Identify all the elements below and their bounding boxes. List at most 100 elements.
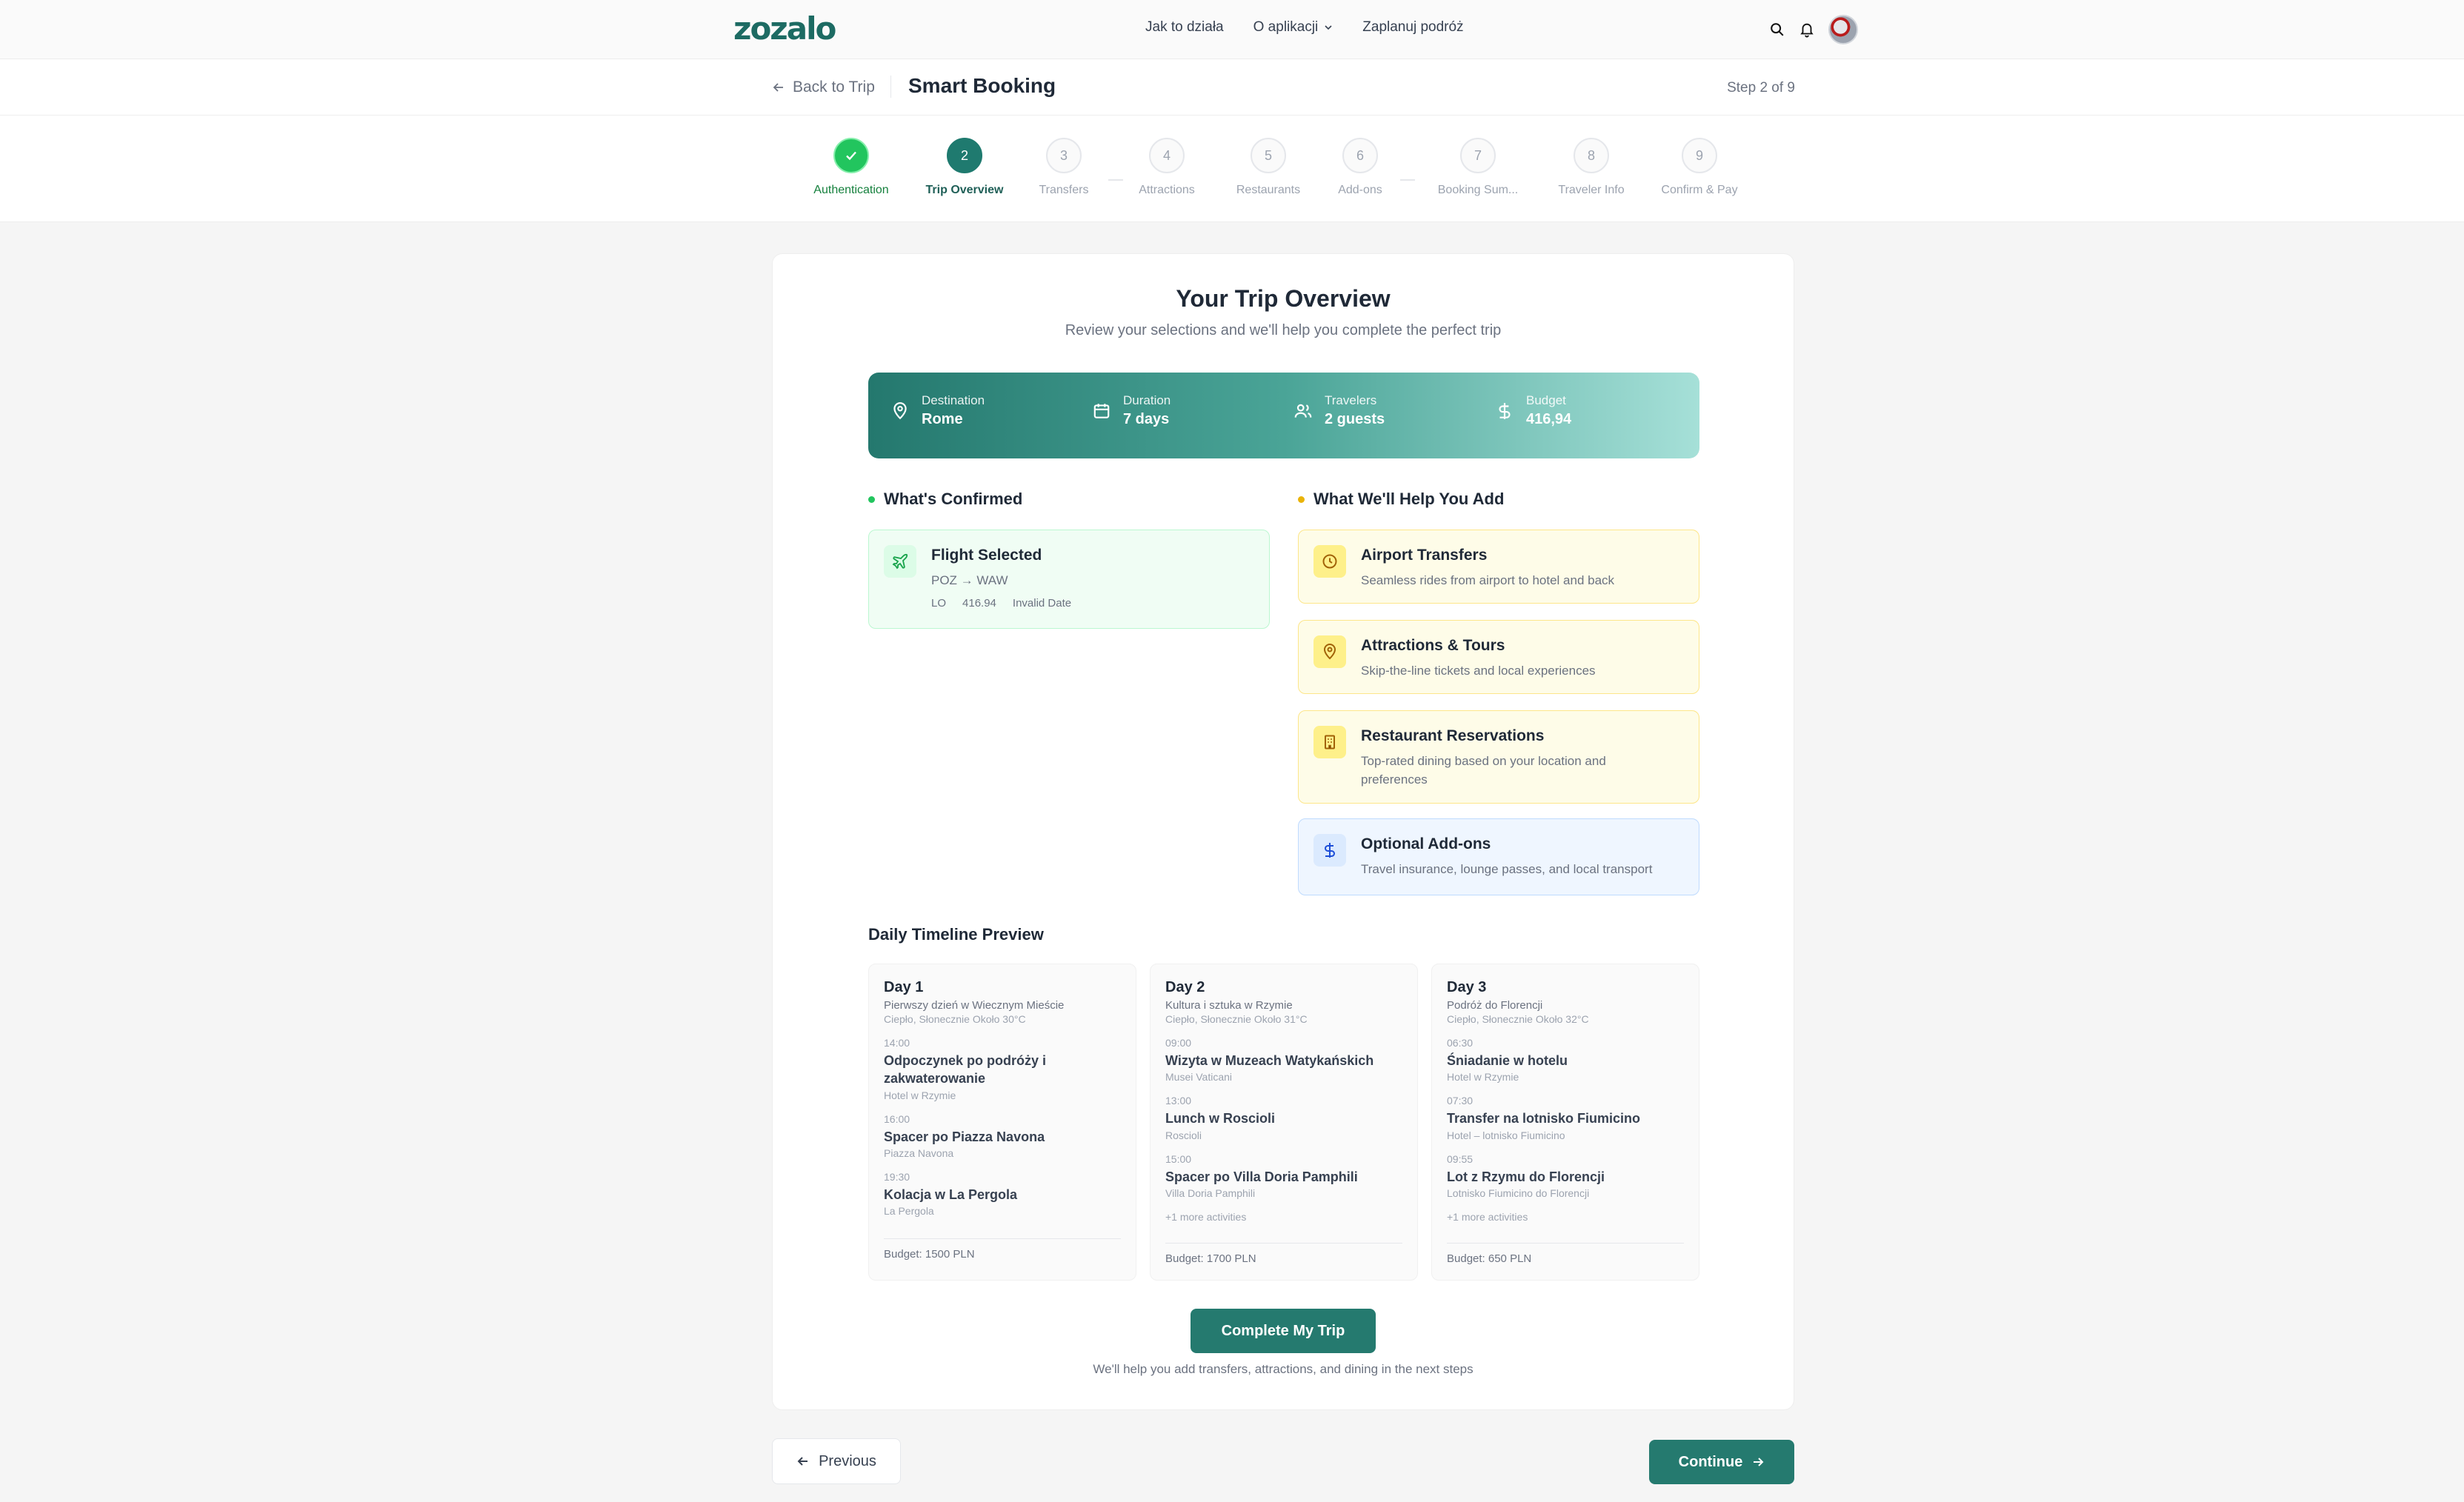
summary-label: Duration xyxy=(1123,393,1171,407)
map-pin-icon xyxy=(1313,635,1346,668)
activity-name: Lot z Rzymu do Florencji xyxy=(1447,1169,1605,1184)
step-indicator: Step 2 of 9 xyxy=(1727,80,1795,96)
day-card: Day 3 Podróż do Florencji Ciepło, Słonec… xyxy=(1431,964,1699,1281)
step-restaurants[interactable]: 5 Restaurants xyxy=(1216,138,1320,197)
previous-button[interactable]: Previous xyxy=(772,1438,901,1484)
back-to-trip-link[interactable]: Back to Trip xyxy=(772,79,875,96)
activity-time: 14:00 xyxy=(884,1037,910,1049)
nav-link-about[interactable]: O aplikacji xyxy=(1253,19,1333,36)
continue-button[interactable]: Continue xyxy=(1649,1440,1794,1484)
step-label: Confirm & Pay xyxy=(1661,184,1738,196)
nav-link-plan-trip[interactable]: Zaplanuj podróż xyxy=(1362,19,1463,36)
activity-location: Hotel w Rzymie xyxy=(884,1089,956,1101)
step-authentication[interactable]: Authentication xyxy=(799,138,903,197)
summary-duration: Duration 7 days xyxy=(1092,393,1171,428)
confirmed-heading: What's Confirmed xyxy=(868,490,1022,509)
activity: 13:00 Lunch w Roscioli Roscioli xyxy=(1165,1095,1402,1141)
clock-icon xyxy=(1313,545,1346,578)
arrow-right-icon xyxy=(1754,1458,1764,1466)
step-traveler-info[interactable]: 8 Traveler Info xyxy=(1539,138,1643,197)
optional-add-ons-card[interactable]: Optional Add-ons Travel insurance, loung… xyxy=(1298,818,1699,895)
day-theme: Podróż do Florencji xyxy=(1447,999,1543,1012)
trip-summary-banner: Destination Rome Duration 7 days Travelers… xyxy=(868,373,1699,458)
nav-links: Jak to działa O aplikacji Zaplanuj podró… xyxy=(1145,19,1464,36)
dollar-icon xyxy=(1499,402,1511,419)
step-label: Traveler Info xyxy=(1558,184,1625,196)
dollar-icon xyxy=(1313,834,1346,867)
step-number: 5 xyxy=(1251,138,1286,173)
step-number: 6 xyxy=(1342,138,1378,173)
card-title: Attractions & Tours xyxy=(1361,637,1505,654)
day-theme: Pierwszy dzień w Wiecznym Mieście xyxy=(884,999,1065,1012)
more-activities: +1 more activities xyxy=(1447,1210,1528,1223)
users-icon xyxy=(1294,404,1312,418)
step-booking-summary[interactable]: 7 Booking Sum... xyxy=(1426,138,1530,197)
day-name: Day 3 xyxy=(1447,979,1487,995)
activity-time: 19:30 xyxy=(884,1170,910,1183)
step-label: Restaurants xyxy=(1236,184,1301,196)
step-number: 9 xyxy=(1682,138,1717,173)
activity-location: Roscioli xyxy=(1165,1129,1202,1141)
avatar[interactable] xyxy=(1828,15,1858,44)
activity-time: 07:30 xyxy=(1447,1095,1474,1107)
step-label: Trip Overview xyxy=(925,184,1004,196)
help-add-heading: What We'll Help You Add xyxy=(1298,490,1504,509)
flight-date: Invalid Date xyxy=(1012,597,1072,610)
summary-budget: Budget 416,94 xyxy=(1495,393,1571,428)
step-transfers[interactable]: 3 Transfers xyxy=(1012,138,1116,197)
page-title: Smart Booking xyxy=(908,74,1056,97)
flight-route: POZ → WAW xyxy=(931,573,1008,587)
activity-name: Śniadanie w hotelu xyxy=(1447,1053,1568,1068)
header-divider xyxy=(890,76,891,98)
activity-location: Piazza Navona xyxy=(884,1146,954,1159)
activity-name: Spacer po Piazza Navona xyxy=(884,1129,1045,1144)
attractions-tours-card[interactable]: Attractions & Tours Skip-the-line ticket… xyxy=(1298,620,1699,694)
logo[interactable]: zozalo xyxy=(733,10,836,47)
card-title: Restaurant Reservations xyxy=(1361,727,1545,744)
step-attractions[interactable]: 4 Attractions xyxy=(1115,138,1219,197)
bell-icon[interactable] xyxy=(1799,21,1815,38)
top-navigation: zozalo Jak to działa O aplikacji Zaplanu… xyxy=(0,0,2464,59)
step-number: 7 xyxy=(1460,138,1496,173)
step-label: Attractions xyxy=(1139,184,1195,196)
status-dot xyxy=(868,495,875,503)
summary-destination: Destination Rome xyxy=(890,393,985,428)
day-budget: Budget: 1700 PLN xyxy=(1165,1243,1402,1265)
arrow-left-icon xyxy=(773,83,783,92)
day-weather: Ciepło, Słonecznie Około 31°C xyxy=(1165,1013,1308,1025)
summary-value: 7 days xyxy=(1123,411,1170,427)
summary-label: Travelers xyxy=(1325,393,1377,407)
step-number: 2 xyxy=(947,138,982,173)
activity-time: 09:55 xyxy=(1447,1152,1474,1165)
nav-link-about-label: O aplikacji xyxy=(1253,19,1319,35)
cta-note: We'll help you add transfers, attraction… xyxy=(1093,1362,1474,1376)
restaurant-reservations-card[interactable]: Restaurant Reservations Top-rated dining… xyxy=(1298,710,1699,804)
flight-price: 416.94 xyxy=(962,597,996,610)
summary-value: Rome xyxy=(922,411,963,427)
activity: 06:30 Śniadanie w hotelu Hotel w Rzymie xyxy=(1447,1037,1684,1083)
step-label: Authentication xyxy=(813,184,889,196)
continue-label: Continue xyxy=(1678,1453,1743,1470)
activity-time: 13:00 xyxy=(1165,1095,1192,1107)
calendar-icon xyxy=(1093,403,1110,418)
activity: 07:30 Transfer na lotnisko Fiumicino Hotel… xyxy=(1447,1095,1684,1141)
step-trip-overview[interactable]: 2 Trip Overview xyxy=(913,138,1016,197)
day-theme: Kultura i sztuka w Rzymie xyxy=(1165,999,1293,1012)
complete-my-trip-button[interactable]: Complete My Trip xyxy=(1191,1309,1376,1353)
nav-link-how-it-works[interactable]: Jak to działa xyxy=(1145,19,1224,36)
building-icon xyxy=(1313,726,1346,758)
step-confirm-pay[interactable]: 9 Confirm & Pay xyxy=(1648,138,1751,197)
step-add-ons[interactable]: 6 Add-ons xyxy=(1308,138,1412,197)
activity-location: Hotel – lotnisko Fiumicino xyxy=(1447,1129,1565,1141)
step-connector xyxy=(1400,179,1415,181)
activity: 14:00 Odpoczynek po podróży i zakwaterowa… xyxy=(884,1037,1121,1101)
activity: 15:00 Spacer po Villa Doria Pamphili Villa… xyxy=(1165,1153,1402,1199)
activity-name: Lunch w Roscioli xyxy=(1165,1111,1276,1126)
flight-selected-card[interactable]: Flight Selected POZ → WAW LO 416.94 Inva… xyxy=(868,530,1270,629)
flight-airline: LO xyxy=(931,597,947,610)
plane-icon xyxy=(884,545,916,578)
search-icon[interactable] xyxy=(1769,21,1785,38)
confirmed-heading-label: What's Confirmed xyxy=(884,490,1023,508)
airport-transfers-card[interactable]: Airport Transfers Seamless rides from ai… xyxy=(1298,530,1699,604)
activity-location: La Pergola xyxy=(884,1205,934,1218)
